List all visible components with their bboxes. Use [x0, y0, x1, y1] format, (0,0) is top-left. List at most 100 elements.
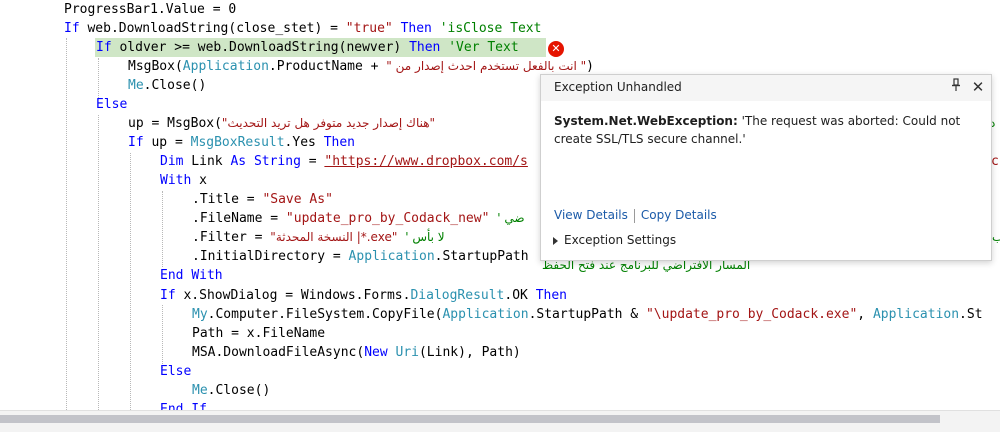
indent-guide — [66, 38, 67, 410]
view-details-link[interactable]: View Details — [554, 208, 628, 222]
code-line[interactable]: MsgBox(Application.ProductName + " انت ب… — [128, 57, 594, 76]
string-literal: c — [991, 154, 999, 169]
pin-icon[interactable] — [949, 78, 963, 96]
code-text: up = MsgBox( — [128, 116, 222, 131]
code-text: .Computer.FileSystem.CopyFile( — [207, 307, 443, 322]
code-text: (Link), Path) — [418, 345, 521, 360]
keyword-then: Then — [400, 21, 432, 36]
code-line[interactable]: .Title = "Save As" — [192, 190, 333, 209]
code-line[interactable]: End With — [160, 266, 223, 285]
type-name: Application — [348, 249, 435, 264]
code-line[interactable]: .FileName = "update_pro_by_Codack_new" '… — [192, 209, 525, 228]
string-literal: "Save As" — [262, 192, 333, 207]
type-name: Application — [442, 307, 529, 322]
code-line[interactable]: If up = MsgBoxResult.Yes Then — [128, 133, 355, 152]
keyword-else: Else — [160, 364, 192, 379]
code-text: MsgBox( — [128, 59, 183, 74]
code-text: up = — [143, 135, 191, 150]
code-line[interactable]: With x — [160, 171, 207, 190]
error-icon[interactable]: ✕ — [548, 41, 564, 57]
string-literal: " انت بالفعل تستخدم احدث إصدار من " — [386, 59, 587, 73]
indent-guide — [162, 191, 163, 267]
code-text: .Yes — [284, 135, 324, 150]
keyword-end-if: End If — [160, 402, 207, 410]
code-text: MSA.DownloadFileAsync( — [192, 345, 365, 360]
overflow-text: ب — [992, 228, 1000, 247]
code-text: .Title = — [192, 192, 263, 207]
string-literal: "النسخة المحدثة |*.exe" — [270, 230, 398, 244]
code-text: .StartupPath & — [528, 307, 646, 322]
overflow-text: c — [991, 152, 999, 171]
horizontal-scrollbar[interactable] — [0, 410, 1000, 432]
type-name: MsgBoxResult — [190, 135, 285, 150]
keyword-if: If — [64, 21, 80, 36]
code-line[interactable]: Me.Close() — [128, 76, 206, 95]
popup-links: View Details Copy Details — [554, 208, 717, 223]
comment: ب — [992, 230, 1000, 244]
keyword-with: With — [160, 173, 192, 188]
code-text: .ProductName + — [268, 59, 387, 74]
string-literal: "\update_pro_by_Codack.exe" — [645, 307, 858, 322]
code-text: ProgressBar1.Value = 0 — [64, 2, 237, 17]
code-line[interactable]: .Filter = "النسخة المحدثة |*.exe" ' لا ب… — [192, 228, 445, 247]
type-name: DialogResult — [410, 288, 505, 303]
code-text: web.DownloadString(close_stet) = — [79, 21, 346, 36]
exception-popup: Exception Unhandled ✕ System.Net.WebExce… — [540, 74, 992, 261]
copy-details-link[interactable]: Copy Details — [641, 208, 717, 222]
type-name: Me — [192, 383, 208, 398]
popup-title: Exception Unhandled — [554, 80, 682, 94]
keyword-then: Then — [323, 135, 355, 150]
code-text: x — [191, 173, 207, 188]
scrollbar-thumb[interactable] — [0, 415, 940, 423]
exception-type: System.Net.WebException: — [554, 114, 738, 128]
keyword-else: Else — [96, 97, 128, 112]
string-literal: "هناك إصدار جديد متوفر هل تريد التحديث" — [221, 116, 436, 130]
current-statement-line[interactable]: If oldver >= web.DownloadString(newver) … — [95, 38, 546, 57]
comment: 'Ver Text — [448, 40, 519, 55]
keyword-dim: Dim — [160, 154, 184, 169]
code-text: .Close() — [143, 78, 207, 93]
code-line[interactable]: up = MsgBox("هناك إصدار جديد متوفر هل تر… — [128, 114, 435, 133]
code-text: .OK — [504, 288, 536, 303]
indent-guide — [162, 305, 163, 368]
link-separator — [633, 208, 635, 223]
type-name: Me — [128, 78, 144, 93]
code-line[interactable]: Dim Link As String = "https://www.dropbo… — [160, 152, 528, 171]
comment: ' ضي — [497, 211, 525, 225]
type-name: Uri — [395, 345, 419, 360]
code-text: Link — [183, 154, 231, 169]
code-text: .Close() — [207, 383, 271, 398]
code-line[interactable]: My.Computer.FileSystem.CopyFile(Applicat… — [192, 305, 983, 324]
code-line[interactable]: Else — [96, 95, 127, 114]
code-line[interactable]: .InitialDirectory = Application.StartupP… — [192, 247, 529, 266]
string-literal: "true" — [345, 21, 393, 36]
type-name: Application — [872, 307, 960, 322]
code-line[interactable]: If web.DownloadString(close_stet) = "tru… — [64, 19, 541, 38]
code-text: x.ShowDialog = Windows.Forms. — [175, 288, 411, 303]
code-text: , — [857, 307, 873, 322]
keyword-as: As — [230, 154, 247, 169]
keyword-if: If — [160, 288, 176, 303]
code-text: .FileName = — [192, 211, 286, 226]
keyword-with: With — [191, 268, 223, 283]
code-line[interactable]: Else — [160, 362, 191, 381]
expand-triangle-icon — [553, 236, 558, 245]
string-literal: "update_pro_by_Codack_new" — [285, 211, 490, 226]
indent-guide — [130, 153, 131, 410]
code-line[interactable]: MSA.DownloadFileAsync(New Uri(Link), Pat… — [192, 343, 521, 362]
exception-settings-label: Exception Settings — [564, 233, 677, 247]
exception-settings-expander[interactable]: Exception Settings — [553, 233, 676, 247]
code-line[interactable]: Path = x.FileName — [192, 324, 325, 343]
keyword-end: End — [160, 268, 184, 283]
code-line[interactable]: Me.Close() — [192, 381, 270, 400]
code-line[interactable]: End If — [160, 400, 207, 410]
code-line[interactable]: If x.ShowDialog = Windows.Forms.DialogRe… — [160, 286, 567, 305]
type-name: My — [192, 307, 208, 322]
exception-message: System.Net.WebException: 'The request wa… — [554, 112, 974, 148]
code-line[interactable]: ProgressBar1.Value = 0 — [64, 0, 236, 19]
close-icon[interactable]: ✕ — [969, 77, 987, 97]
code-text: oldver >= web.DownloadString(newver) — [111, 40, 410, 55]
comment: ' لا بأس — [405, 230, 445, 244]
code-text: .InitialDirectory = — [192, 249, 349, 264]
